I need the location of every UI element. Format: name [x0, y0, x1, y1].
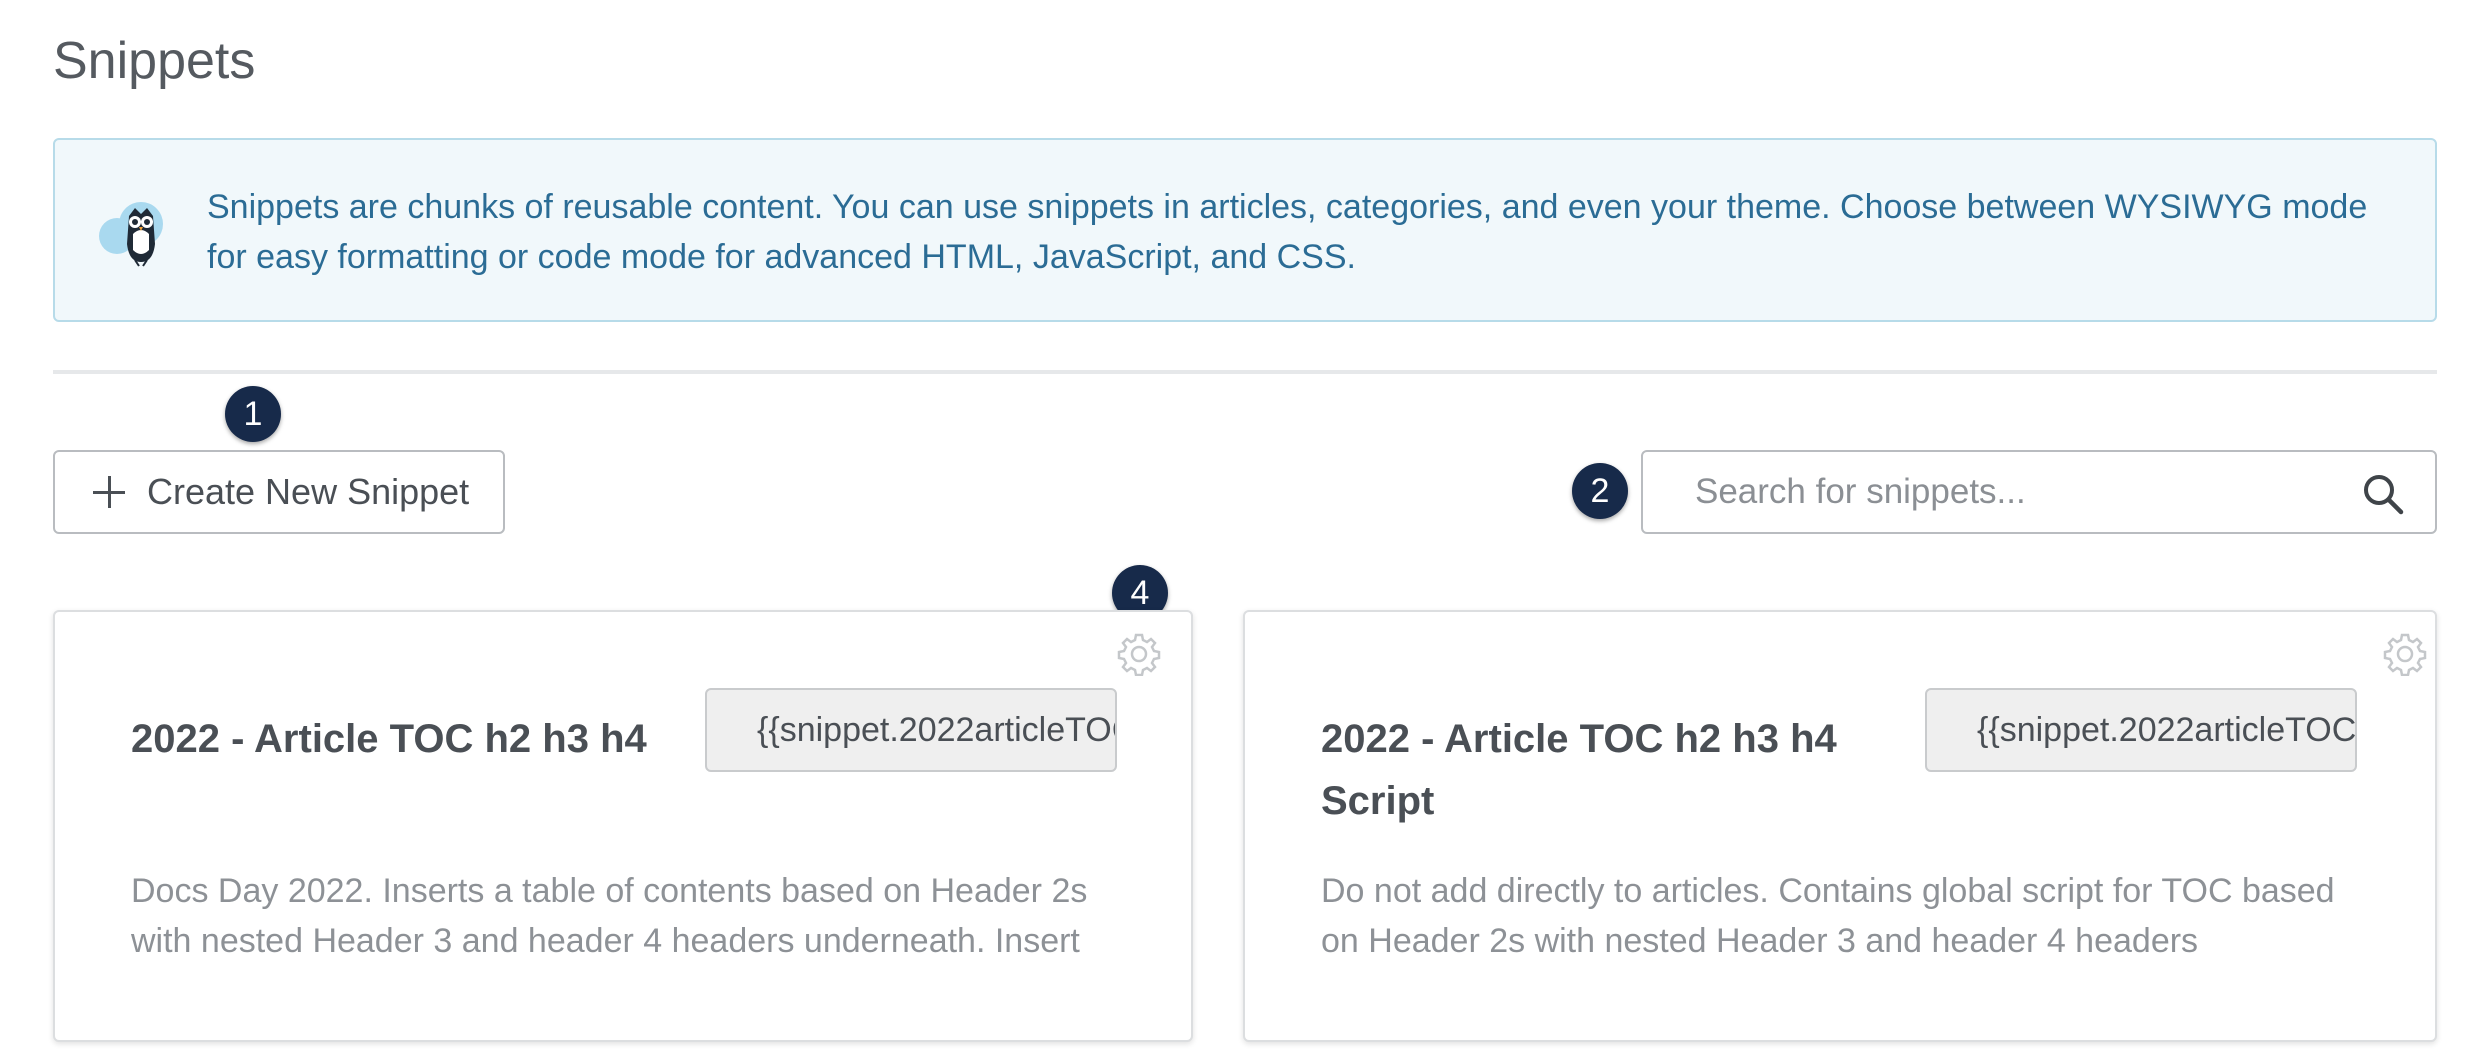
snippet-description: Do not add directly to articles. Contain…: [1321, 872, 2335, 960]
snippet-card[interactable]: 2022 - Article TOC h2 h3 h4 Docs Day 202…: [53, 610, 1193, 1042]
section-divider: [53, 370, 2437, 374]
page-title: Snippets: [53, 32, 256, 90]
snippets-page: Snippets Snippets are chunks of reusable…: [0, 0, 2478, 1062]
snippet-card[interactable]: 2022 - Article TOC h2 h3 h4 Script Do no…: [1243, 610, 2437, 1042]
step-badge-1: 1: [225, 386, 281, 442]
create-new-snippet-button[interactable]: Create New Snippet: [53, 450, 505, 534]
gear-icon[interactable]: [1117, 632, 1161, 676]
snippet-description: Docs Day 2022. Inserts a table of conten…: [131, 872, 1088, 960]
search-icon[interactable]: [2361, 472, 2405, 516]
info-callout: Snippets are chunks of reusable content.…: [53, 138, 2437, 322]
step-badge-2: 2: [1572, 463, 1628, 519]
search-input[interactable]: [1645, 454, 2305, 530]
create-new-snippet-label: Create New Snippet: [147, 471, 470, 512]
info-text: Snippets are chunks of reusable content.…: [207, 188, 2368, 276]
search-box: [1641, 450, 2437, 534]
snippet-code-field[interactable]: [1925, 688, 2357, 772]
snippet-title[interactable]: 2022 - Article TOC h2 h3 h4 Script: [1321, 708, 1921, 832]
snippet-title[interactable]: 2022 - Article TOC h2 h3 h4: [131, 708, 691, 770]
plus-icon: [93, 476, 125, 508]
gear-icon[interactable]: [2383, 632, 2427, 676]
owl-icon: [99, 202, 163, 267]
snippet-code-field[interactable]: [705, 688, 1117, 772]
